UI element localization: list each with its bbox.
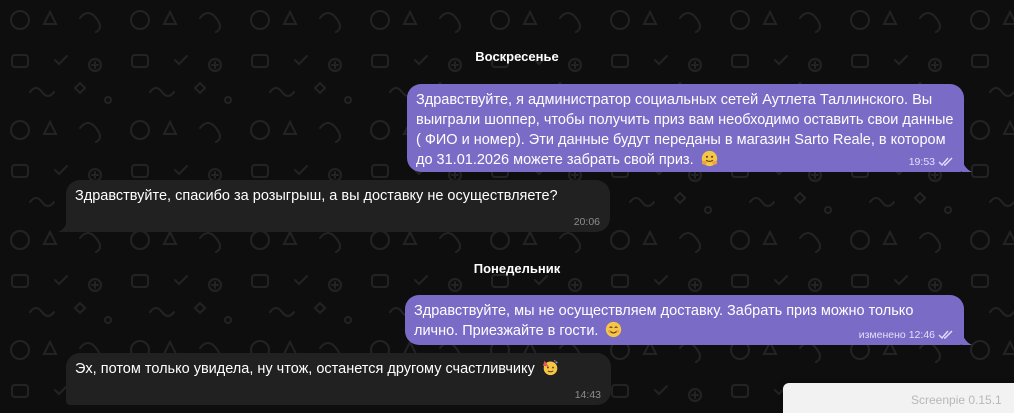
- message-meta: изменено 12:46: [859, 329, 954, 341]
- message-meta: 20:06: [574, 216, 600, 228]
- message-time: 12:46: [908, 329, 935, 341]
- outgoing-message-bubble[interactable]: Здравствуйте, мы не осуществляем доставк…: [405, 295, 964, 345]
- message-text: Здравствуйте, я администратор социальных…: [416, 92, 954, 168]
- message-time: 20:06: [573, 216, 600, 228]
- message-text: Здравствуйте, мы не осуществляем доставк…: [414, 303, 914, 339]
- message-meta: 14:43: [575, 389, 601, 401]
- incoming-message-bubble[interactable]: Здравствуйте, спасибо за розыгрыш, а вы …: [66, 180, 610, 232]
- chat-message-list[interactable]: Воскресенье Здравствуйте, я администрато…: [0, 0, 1014, 413]
- edited-label: изменено: [858, 329, 906, 341]
- smiling-face-emoji-icon: [606, 321, 622, 338]
- bubble-tail: [58, 220, 68, 232]
- partying-face-emoji-icon: [542, 359, 558, 376]
- message-text: Эх, потом только увидела, ну чтож, остан…: [75, 361, 535, 377]
- message-time: 19:53: [908, 156, 935, 168]
- message-meta: 19:53: [909, 156, 954, 168]
- outgoing-message-bubble[interactable]: Здравствуйте, я администратор социальных…: [407, 84, 964, 172]
- double-check-icon: [938, 157, 953, 167]
- message-time: 14:43: [574, 389, 601, 401]
- date-separator-sunday: Воскресенье: [475, 49, 559, 64]
- bubble-tail: [962, 160, 972, 172]
- double-check-icon: [938, 330, 953, 340]
- screenpie-popup-text: Screenpie 0.15.1: [911, 393, 1002, 407]
- incoming-message-bubble[interactable]: Эх, потом только увидела, ну чтож, остан…: [66, 353, 611, 405]
- hugging-face-emoji-icon: [701, 150, 717, 167]
- date-separator-monday: Понедельник: [473, 261, 561, 276]
- bubble-tail: [962, 333, 972, 345]
- screenpie-popup[interactable]: Screenpie 0.15.1: [783, 383, 1014, 413]
- message-text: Здравствуйте, спасибо за розыгрыш, а вы …: [75, 188, 558, 204]
